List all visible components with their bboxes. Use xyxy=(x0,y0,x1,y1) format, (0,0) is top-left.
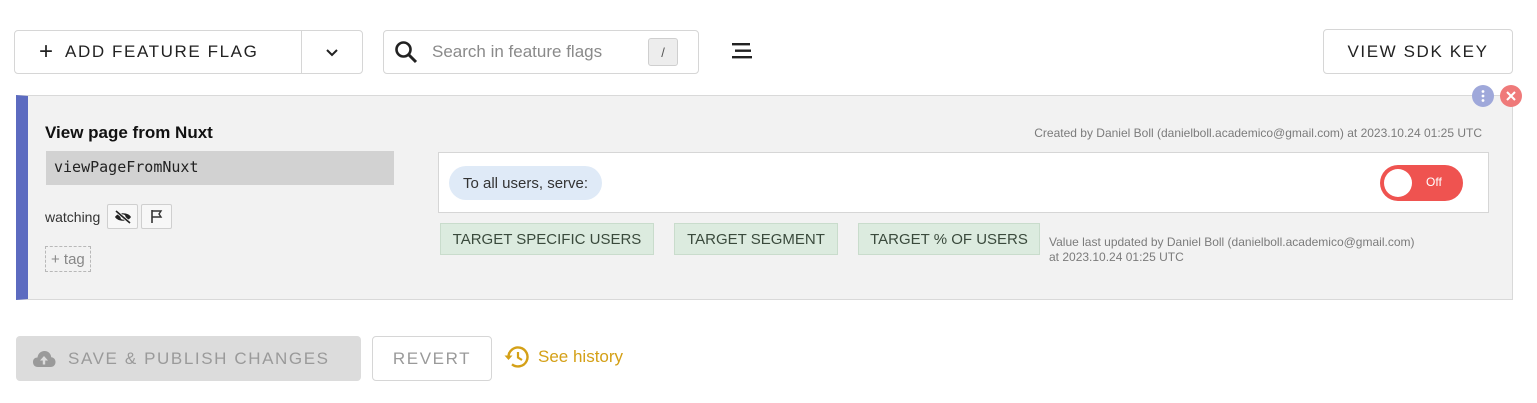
serve-label: To all users, serve: xyxy=(449,166,603,200)
save-publish-button[interactable]: SAVE & PUBLISH CHANGES xyxy=(16,336,361,381)
see-history-label: See history xyxy=(538,347,624,366)
flag-name: View page from Nuxt xyxy=(45,123,213,142)
plus-icon: + xyxy=(39,38,54,65)
add-feature-flag-group: + ADD FEATURE FLAG xyxy=(14,30,363,74)
more-vertical-icon xyxy=(1481,90,1485,102)
feature-flag-card: View page from Nuxt viewPageFromNuxt wat… xyxy=(16,95,1513,300)
created-info: Created by Daniel Boll (danielboll.acade… xyxy=(1034,126,1482,140)
target-percent-users-button[interactable]: TARGET % OF USERS xyxy=(858,223,1040,255)
hamburger-menu-icon[interactable] xyxy=(732,41,754,66)
flag-icon xyxy=(150,210,163,223)
watching-label: watching xyxy=(45,208,101,225)
add-feature-flag-label: ADD FEATURE FLAG xyxy=(65,42,259,61)
target-segment-button[interactable]: TARGET SEGMENT xyxy=(674,223,838,255)
delete-flag-button[interactable] xyxy=(1500,85,1522,107)
history-icon xyxy=(504,346,529,368)
flag-key: viewPageFromNuxt xyxy=(46,151,394,185)
view-sdk-key-button[interactable]: VIEW SDK KEY xyxy=(1323,29,1513,74)
toggle-knob xyxy=(1384,169,1412,197)
value-updated-info: Value last updated by Daniel Boll (danie… xyxy=(1049,235,1489,265)
cloud-upload-icon xyxy=(33,350,56,367)
eye-off-icon xyxy=(114,209,131,224)
revert-button[interactable]: REVERT xyxy=(372,336,492,381)
flag-watch-button[interactable] xyxy=(141,204,173,229)
flag-toggle[interactable]: Off xyxy=(1380,165,1463,201)
close-icon xyxy=(1506,91,1516,101)
add-tag-button[interactable]: + tag xyxy=(45,246,91,272)
search-shortcut-key: / xyxy=(648,38,678,66)
search-input[interactable] xyxy=(432,42,648,62)
value-updated-line-1: Value last updated by Daniel Boll (danie… xyxy=(1049,235,1415,249)
chevron-down-icon xyxy=(326,48,338,56)
save-publish-label: SAVE & PUBLISH CHANGES xyxy=(68,348,330,368)
flag-info-button[interactable] xyxy=(1472,85,1494,107)
add-flag-dropdown-button[interactable] xyxy=(302,31,362,73)
watching-row: watching xyxy=(45,204,175,229)
search-box: / xyxy=(383,30,699,74)
unwatch-button[interactable] xyxy=(107,204,139,229)
value-updated-line-2: at 2023.10.24 01:25 UTC xyxy=(1049,250,1184,264)
see-history-link[interactable]: See history xyxy=(504,345,623,369)
target-specific-users-button[interactable]: TARGET SPECIFIC USERS xyxy=(440,223,654,255)
search-icon xyxy=(395,41,418,64)
serve-rule-box: To all users, serve: Off xyxy=(438,152,1489,213)
add-feature-flag-button[interactable]: + ADD FEATURE FLAG xyxy=(15,31,302,73)
toggle-label: Off xyxy=(1426,175,1442,189)
